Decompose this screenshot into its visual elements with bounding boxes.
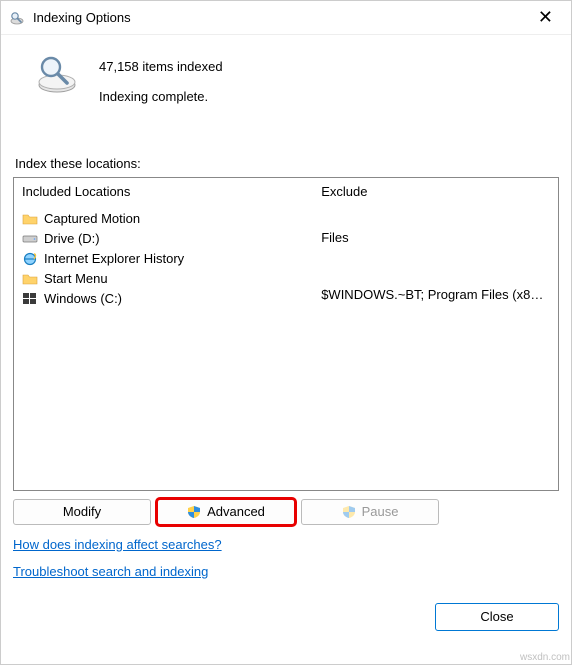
list-item-label: Windows (C:): [44, 291, 122, 306]
button-label: Pause: [362, 504, 399, 519]
exclude-value: [321, 247, 550, 266]
button-label: Modify: [63, 504, 101, 519]
shield-icon: [187, 505, 201, 519]
windows-icon: [22, 291, 38, 307]
indexed-count: 47,158 items indexed: [99, 52, 223, 82]
pause-button: Pause: [301, 499, 439, 525]
indexing-options-window: Indexing Options ✕ 47,158 items indexed …: [0, 0, 572, 665]
folder-icon: [22, 211, 38, 227]
list-item-label: Captured Motion: [44, 211, 140, 226]
titlebar: Indexing Options ✕: [1, 1, 571, 35]
app-icon: [9, 10, 25, 26]
included-header: Included Locations: [22, 184, 305, 199]
list-item[interactable]: Windows (C:): [22, 289, 305, 309]
button-label: Advanced: [207, 504, 265, 519]
watermark: wsxdn.com: [520, 652, 570, 663]
folder-icon: [22, 271, 38, 287]
action-button-row: Modify Advanced: [13, 499, 559, 525]
list-item[interactable]: Captured Motion: [22, 209, 305, 229]
list-item[interactable]: Start Menu: [22, 269, 305, 289]
list-item-label: Internet Explorer History: [44, 251, 184, 266]
exclude-header: Exclude: [321, 184, 550, 199]
list-item[interactable]: Internet Explorer History: [22, 249, 305, 269]
list-item[interactable]: Drive (D:): [22, 229, 305, 249]
button-label: Close: [480, 609, 513, 624]
search-drive-icon: [33, 49, 81, 97]
exclude-value: [321, 209, 550, 228]
ie-icon: [22, 251, 38, 267]
advanced-button[interactable]: Advanced: [157, 499, 295, 525]
help-link-troubleshoot[interactable]: Troubleshoot search and indexing: [13, 564, 208, 579]
help-link-how[interactable]: How does indexing affect searches?: [13, 537, 222, 552]
list-item-label: Drive (D:): [44, 231, 100, 246]
exclude-value: [321, 266, 550, 285]
status-area: 47,158 items indexed Indexing complete.: [13, 49, 559, 112]
shield-icon: [342, 505, 356, 519]
close-icon[interactable]: ✕: [530, 7, 561, 28]
exclude-value: $WINDOWS.~BT; Program Files (x86); Pr...: [321, 285, 550, 304]
drive-icon: [22, 231, 38, 247]
window-title: Indexing Options: [33, 10, 131, 25]
modify-button[interactable]: Modify: [13, 499, 151, 525]
indexing-state: Indexing complete.: [99, 82, 223, 112]
list-item-label: Start Menu: [44, 271, 108, 286]
locations-list: Included Locations Captured Motion Drive…: [13, 177, 559, 491]
locations-label: Index these locations:: [13, 156, 559, 171]
close-button[interactable]: Close: [435, 603, 559, 631]
exclude-value: Files: [321, 228, 550, 247]
